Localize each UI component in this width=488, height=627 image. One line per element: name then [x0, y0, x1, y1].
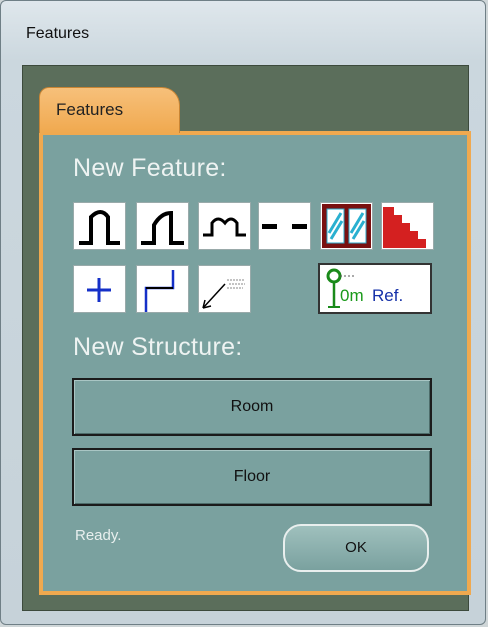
add-point-tool-button[interactable] [73, 265, 126, 313]
new-structure-heading: New Structure: [73, 333, 243, 361]
window-tool-button[interactable] [320, 202, 373, 250]
stairs-tool-button[interactable] [381, 202, 434, 250]
ok-button[interactable]: OK [283, 524, 429, 572]
plus-icon [87, 278, 111, 302]
room-button[interactable]: Room [72, 378, 432, 436]
status-text: Ready. [75, 527, 122, 544]
features-window: Features Features New Feature: 0m Ref. N… [0, 0, 486, 625]
title-bar[interactable]: Features [1, 1, 485, 65]
new-feature-heading: New Feature: [73, 154, 227, 182]
tab-features[interactable]: Features [39, 87, 180, 133]
door-swing-tool-button[interactable] [136, 202, 189, 250]
door-swing-icon [141, 210, 184, 245]
dashed-wall-tool-button[interactable] [258, 202, 311, 250]
dimension-arrow-icon [202, 279, 245, 309]
dimension-tool-button[interactable] [198, 265, 251, 313]
stairs-icon [383, 207, 426, 248]
reference-label-text: Ref. [372, 286, 404, 305]
tab-label: Features [56, 100, 124, 119]
door-arc-tool-button[interactable] [73, 202, 126, 250]
door-arc-icon [79, 210, 120, 245]
double-door-tool-button[interactable] [198, 202, 251, 250]
reference-point-tool-button[interactable]: 0m Ref. [318, 263, 432, 314]
window-icon [322, 204, 371, 248]
corner-icon [144, 270, 175, 312]
corner-tool-button[interactable] [136, 265, 189, 313]
dashed-wall-icon [262, 224, 307, 229]
floor-button[interactable]: Floor [72, 448, 432, 506]
double-door-icon [203, 217, 246, 237]
reference-distance-text: 0m [340, 286, 364, 305]
window-title: Features [26, 25, 90, 42]
